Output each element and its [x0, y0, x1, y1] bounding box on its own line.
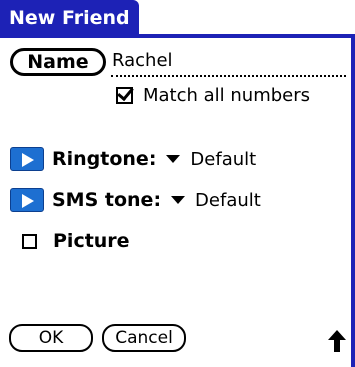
sms-tone-value: Default [195, 189, 261, 211]
ok-button[interactable]: OK [9, 324, 93, 352]
cancel-button[interactable]: Cancel [102, 324, 186, 352]
picture-checkbox[interactable]: Picture [22, 230, 130, 252]
ringtone-picker[interactable]: Default [166, 149, 256, 170]
ringtone-value: Default [190, 148, 257, 170]
title-bar: New Friend [0, 0, 355, 38]
frame-border [351, 34, 355, 367]
sms-tone-row: SMS tone: Default [10, 188, 261, 212]
sms-tone-picker[interactable]: Default [171, 190, 261, 211]
play-icon[interactable] [10, 147, 44, 171]
name-field-underline [111, 75, 346, 77]
checkbox-unchecked-icon[interactable] [22, 233, 37, 249]
name-field[interactable]: Rachel [112, 50, 173, 71]
title-rule [0, 34, 355, 38]
ringtone-row: Ringtone: Default [10, 147, 256, 171]
picture-label: Picture [53, 230, 130, 252]
scroll-up-arrow-icon[interactable] [328, 330, 346, 352]
match-all-numbers-label: Match all numbers [143, 85, 311, 106]
dropdown-arrow-icon [171, 196, 186, 204]
checkbox-checked-icon[interactable] [116, 87, 133, 104]
sms-tone-label: SMS tone: [52, 189, 162, 211]
ringtone-label: Ringtone: [52, 148, 157, 170]
dropdown-arrow-icon [166, 155, 181, 163]
page-title: New Friend [0, 0, 139, 36]
match-all-numbers-checkbox[interactable]: Match all numbers [116, 85, 310, 106]
play-icon[interactable] [10, 188, 44, 212]
name-button[interactable]: Name [10, 48, 106, 76]
